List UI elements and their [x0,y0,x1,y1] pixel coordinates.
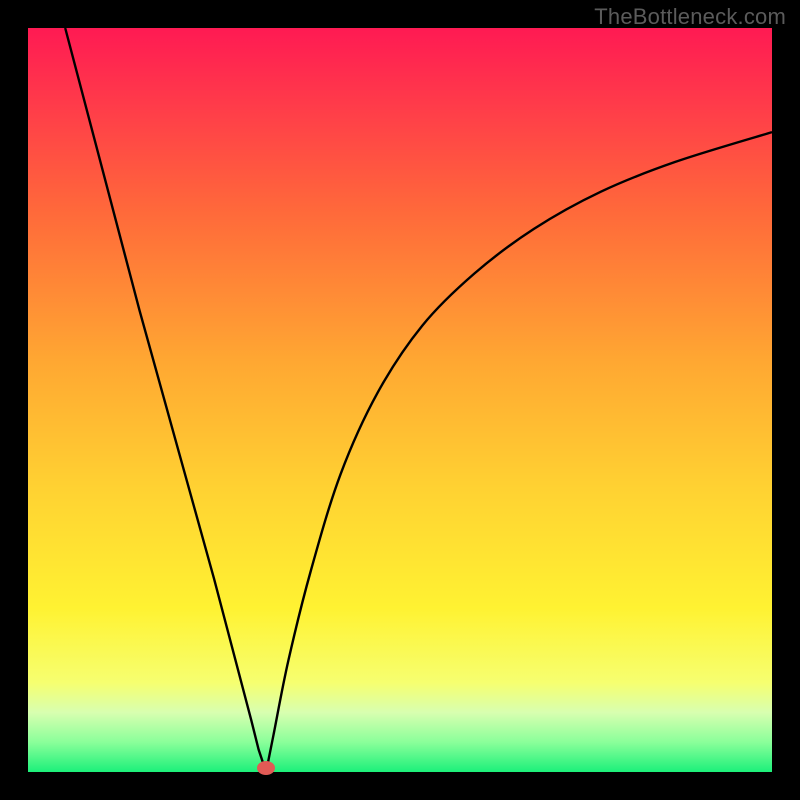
curve-layer [28,28,772,772]
watermark: TheBottleneck.com [594,4,786,30]
left-branch-line [65,28,266,772]
plot-area [28,28,772,772]
minimum-marker [257,761,275,775]
right-branch-line [266,132,772,772]
chart-viewport: TheBottleneck.com [0,0,800,800]
